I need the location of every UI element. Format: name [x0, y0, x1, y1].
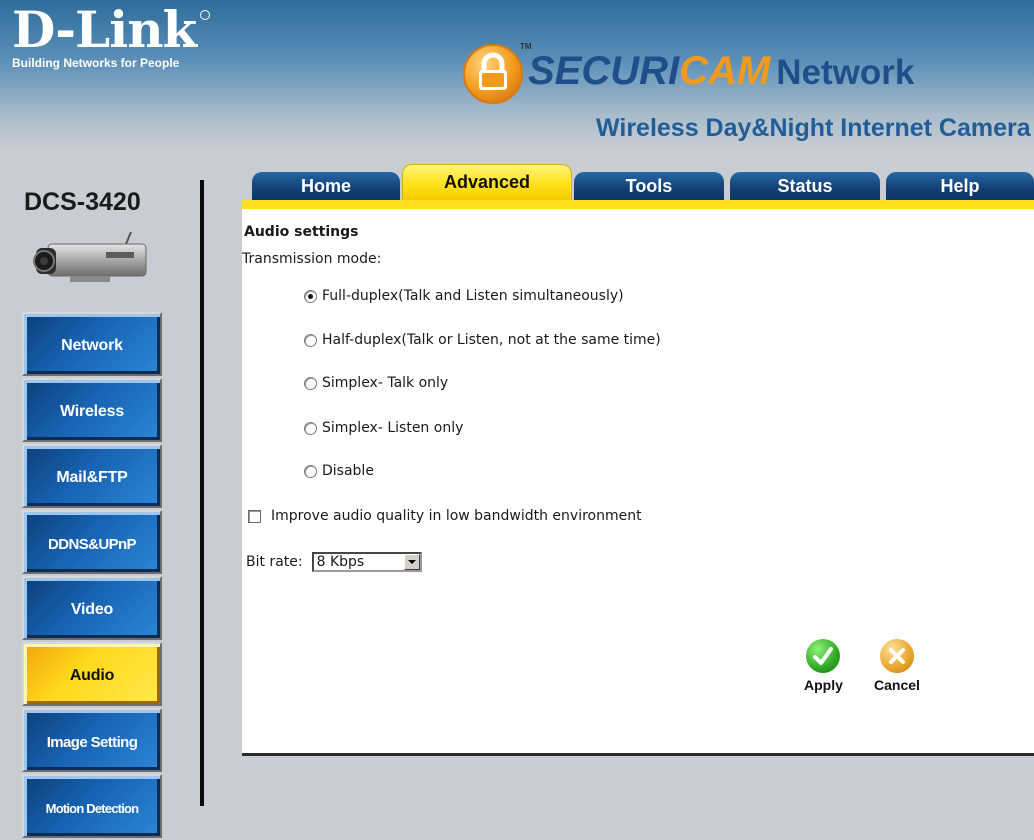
product-title: Wireless Day&Night Internet Camera — [596, 114, 1031, 142]
audio-settings-panel: Audio settings Transmission mode: Full-d… — [242, 209, 1034, 756]
cancel-label: Cancel — [874, 677, 920, 693]
sidebar-item-wireless[interactable]: Wireless — [22, 378, 162, 442]
dropdown-arrow-icon[interactable] — [403, 554, 420, 570]
brand-securi: SECURI — [528, 49, 680, 93]
sidebar-item-ddns-upnp[interactable]: DDNS&UPnP — [22, 510, 162, 574]
sidebar-item-label: Network — [61, 337, 123, 354]
radio-label: Simplex- Listen only — [322, 420, 464, 436]
transmission-mode-label: Transmission mode: — [242, 251, 382, 267]
sidebar-item-label: Wireless — [59, 403, 125, 420]
improve-audio-checkbox-row[interactable]: Improve audio quality in low bandwidth e… — [248, 508, 642, 524]
logo-tagline: Building Networks for People — [12, 56, 180, 70]
tab-label: Help — [940, 175, 980, 196]
tab-label: Tools — [625, 175, 673, 196]
sidebar-item-label: DDNS&UPnP — [48, 535, 137, 553]
bitrate-label: Bit rate: — [246, 554, 303, 570]
page-header: D-Link Building Networks for People TM S… — [0, 0, 1034, 160]
tab-status[interactable]: Status — [730, 172, 880, 200]
tab-home[interactable]: Home — [252, 172, 400, 200]
tab-label: Status — [777, 175, 833, 196]
radio-simplex-listen[interactable]: Simplex- Listen only — [304, 420, 463, 436]
sidebar-item-video[interactable]: Video — [22, 576, 162, 640]
securicam-brand: SECURICAM Network — [528, 46, 914, 98]
radio-simplex-talk[interactable]: Simplex- Talk only — [304, 375, 448, 391]
vertical-divider — [200, 180, 204, 806]
sidebar-item-image-setting[interactable]: Image Setting — [22, 708, 162, 772]
sidebar-item-motion-detection[interactable]: Motion Detection — [22, 774, 162, 838]
radio-half-duplex[interactable]: Half-duplex(Talk or Listen, not at the s… — [304, 332, 661, 348]
apply-button[interactable]: Apply — [804, 639, 843, 693]
model-name: DCS-3420 — [24, 188, 141, 216]
sidebar-item-label: Motion Detection — [45, 800, 139, 816]
x-icon — [879, 639, 914, 673]
improve-audio-checkbox[interactable] — [248, 509, 261, 523]
tab-label: Advanced — [443, 172, 531, 192]
radio-label: Simplex- Talk only — [322, 375, 449, 391]
bitrate-value: 8 Kbps — [316, 554, 365, 570]
dlink-logo: D-Link — [12, 0, 197, 59]
radio-label: Disable — [322, 463, 374, 479]
radio-label: Half-duplex(Talk or Listen, not at the s… — [322, 332, 661, 348]
radio-button[interactable] — [304, 421, 317, 435]
sidebar-item-audio[interactable]: Audio — [22, 642, 162, 706]
radio-button[interactable] — [304, 376, 317, 390]
section-title: Audio settings — [244, 224, 359, 240]
brand-cam: CAM — [679, 49, 771, 93]
sidebar-item-network[interactable]: Network — [22, 312, 162, 376]
sidebar-nav: Network Wireless Mail&FTP DDNS&UPnP Vide… — [22, 312, 166, 840]
bitrate-row: Bit rate: 8 Kbps — [246, 552, 422, 572]
registered-mark-icon — [200, 10, 210, 20]
improve-audio-label: Improve audio quality in low bandwidth e… — [271, 508, 642, 524]
radio-disable[interactable]: Disable — [304, 463, 374, 479]
radio-full-duplex[interactable]: Full-duplex(Talk and Listen simultaneous… — [304, 288, 624, 304]
top-tabs: Home Advanced Tools Status Help — [242, 164, 1034, 211]
tab-help[interactable]: Help — [886, 172, 1034, 200]
tab-advanced[interactable]: Advanced — [402, 164, 572, 200]
tab-tools[interactable]: Tools — [574, 172, 724, 200]
padlock-icon — [463, 44, 523, 104]
camera-image — [30, 231, 150, 288]
sidebar-item-label: Image Setting — [46, 733, 138, 751]
radio-button[interactable] — [304, 333, 317, 347]
checkmark-icon — [806, 639, 841, 673]
sidebar-item-label: Mail&FTP — [56, 469, 128, 486]
brand-network: Network — [776, 53, 915, 92]
radio-button[interactable] — [304, 464, 317, 478]
tab-label: Home — [300, 175, 351, 196]
sidebar-item-mail-ftp[interactable]: Mail&FTP — [22, 444, 162, 508]
cancel-button[interactable]: Cancel — [874, 639, 920, 693]
sidebar-item-label: Audio — [69, 667, 115, 684]
radio-label: Full-duplex(Talk and Listen simultaneous… — [322, 288, 624, 304]
bitrate-select[interactable]: 8 Kbps — [311, 552, 422, 572]
sidebar-item-label: Video — [70, 601, 114, 618]
radio-button[interactable] — [304, 289, 317, 303]
apply-label: Apply — [804, 677, 843, 693]
